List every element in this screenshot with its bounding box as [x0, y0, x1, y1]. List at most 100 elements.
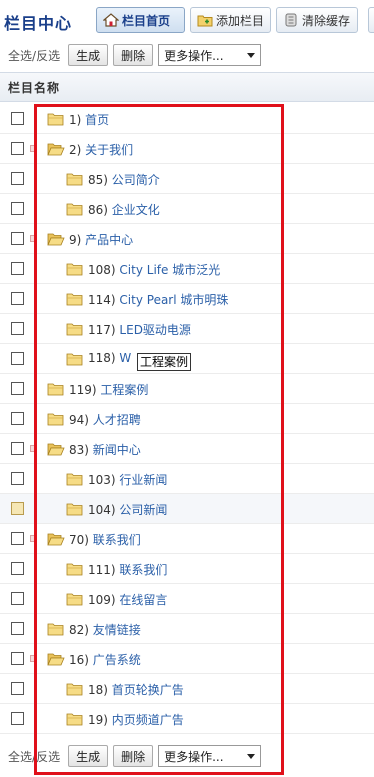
table-row[interactable]: 111) 联系我们 [0, 554, 374, 584]
table-row[interactable]: 19) 内页频道广告 [0, 704, 374, 734]
add-column-button[interactable]: 添加栏目 [190, 7, 271, 33]
more-actions-select[interactable]: 更多操作... [158, 44, 262, 66]
table-row[interactable]: 85) 公司简介 [0, 164, 374, 194]
category-link[interactable]: 86) 企业文化 [88, 201, 160, 218]
invert-select-link-bottom[interactable]: 反选 [36, 750, 60, 764]
category-id: 9) [69, 233, 82, 247]
tree-toggle-icon[interactable] [30, 145, 37, 152]
table-row[interactable]: 94) 人才招聘 [0, 404, 374, 434]
more-actions-select-bottom[interactable]: 更多操作... [158, 745, 262, 767]
row-checkbox[interactable] [11, 682, 24, 695]
category-name: LED驱动电源 [119, 323, 191, 337]
category-name: W [119, 351, 132, 365]
tree-toggle-icon[interactable] [30, 235, 37, 242]
table-row[interactable]: 18) 首页轮换广告 [0, 674, 374, 704]
category-link[interactable]: 118) W [88, 351, 131, 365]
category-link[interactable]: 85) 公司简介 [88, 171, 160, 188]
select-all-link-bottom[interactable]: 全选 [8, 750, 32, 764]
row-checkbox[interactable] [11, 442, 24, 455]
table-row[interactable]: 2) 关于我们 [0, 134, 374, 164]
tree-toggle-icon[interactable] [30, 535, 37, 542]
category-link[interactable]: 9) 产品中心 [69, 231, 133, 248]
invert-select-link[interactable]: 反选 [36, 49, 60, 63]
row-checkbox[interactable] [11, 502, 24, 515]
category-link[interactable]: 18) 首页轮换广告 [88, 681, 184, 698]
category-link[interactable]: 16) 广告系统 [69, 651, 141, 668]
row-checkbox[interactable] [11, 112, 24, 125]
category-link[interactable]: 108) City Life 城市泛光 [88, 261, 220, 278]
category-id: 114) [88, 293, 116, 307]
category-id: 104) [88, 503, 116, 517]
table-row[interactable]: 9) 产品中心 [0, 224, 374, 254]
category-id: 19) [88, 713, 108, 727]
row-checkbox[interactable] [11, 712, 24, 725]
table-row[interactable]: 104) 公司新闻 [0, 494, 374, 524]
category-link[interactable]: 82) 友情链接 [69, 621, 141, 638]
table-row[interactable]: 1) 首页 [0, 104, 374, 134]
tree-toggle-icon[interactable] [30, 655, 37, 662]
row-checkbox[interactable] [11, 232, 24, 245]
column-home-button[interactable]: 栏目首页 [96, 7, 185, 33]
table-row[interactable]: 103) 行业新闻 [0, 464, 374, 494]
table-row[interactable]: 86) 企业文化 [0, 194, 374, 224]
category-id: 83) [69, 443, 89, 457]
row-checkbox[interactable] [11, 532, 24, 545]
category-link[interactable]: 119) 工程案例 [69, 381, 148, 398]
row-checkbox[interactable] [11, 172, 24, 185]
table-row[interactable]: 82) 友情链接 [0, 614, 374, 644]
row-checkbox[interactable] [11, 472, 24, 485]
table-row[interactable]: 117) LED驱动电源 [0, 314, 374, 344]
row-checkbox[interactable] [11, 292, 24, 305]
delete-button[interactable]: 删除 [113, 44, 154, 66]
chevron-down-icon [247, 753, 256, 759]
generate-button[interactable]: 生成 [68, 44, 109, 66]
category-name: 内页频道广告 [111, 713, 184, 727]
row-checkbox[interactable] [11, 592, 24, 605]
folder-icon [47, 651, 65, 667]
category-link[interactable]: 2) 关于我们 [69, 141, 133, 158]
row-checkbox[interactable] [11, 382, 24, 395]
row-checkbox[interactable] [11, 652, 24, 665]
clear-cache-button[interactable]: 清除缓存 [276, 7, 358, 33]
category-id: 1) [69, 113, 82, 127]
table-row[interactable]: 70) 联系我们 [0, 524, 374, 554]
folder-icon [47, 111, 65, 127]
table-row[interactable]: 83) 新闻中心 [0, 434, 374, 464]
table-row[interactable]: 109) 在线留言 [0, 584, 374, 614]
tree-toggle-icon[interactable] [30, 445, 37, 452]
category-link[interactable]: 117) LED驱动电源 [88, 321, 191, 338]
row-checkbox[interactable] [11, 202, 24, 215]
table-row[interactable]: 114) City Pearl 城市明珠 [0, 284, 374, 314]
category-name: 公司简介 [111, 173, 160, 187]
hover-tooltip: 工程案例 [137, 353, 192, 371]
table-row[interactable]: 119) 工程案例 [0, 374, 374, 404]
category-id: 18) [88, 683, 108, 697]
row-checkbox[interactable] [11, 352, 24, 365]
row-checkbox[interactable] [11, 142, 24, 155]
generate-button-bottom[interactable]: 生成 [68, 745, 109, 767]
category-link[interactable]: 114) City Pearl 城市明珠 [88, 291, 228, 308]
category-link[interactable]: 104) 公司新闻 [88, 501, 167, 518]
table-row[interactable]: 16) 广告系统 [0, 644, 374, 674]
category-link[interactable]: 94) 人才招聘 [69, 411, 141, 428]
category-name: 广告系统 [92, 653, 141, 667]
more-header-button[interactable] [368, 7, 374, 33]
select-all-link[interactable]: 全选 [8, 49, 32, 63]
category-link[interactable]: 19) 内页频道广告 [88, 711, 184, 728]
row-checkbox[interactable] [11, 562, 24, 575]
row-checkbox[interactable] [11, 262, 24, 275]
cache-icon [283, 12, 299, 28]
table-row[interactable]: 108) City Life 城市泛光 [0, 254, 374, 284]
category-link[interactable]: 109) 在线留言 [88, 591, 167, 608]
category-link[interactable]: 70) 联系我们 [69, 531, 141, 548]
category-link[interactable]: 83) 新闻中心 [69, 441, 141, 458]
category-link[interactable]: 1) 首页 [69, 111, 109, 128]
category-id: 86) [88, 203, 108, 217]
row-checkbox[interactable] [11, 412, 24, 425]
column-name-header: 栏目名称 [8, 80, 61, 95]
category-link[interactable]: 103) 行业新闻 [88, 471, 167, 488]
delete-button-bottom[interactable]: 删除 [113, 745, 154, 767]
row-checkbox[interactable] [11, 322, 24, 335]
category-link[interactable]: 111) 联系我们 [88, 561, 167, 578]
row-checkbox[interactable] [11, 622, 24, 635]
